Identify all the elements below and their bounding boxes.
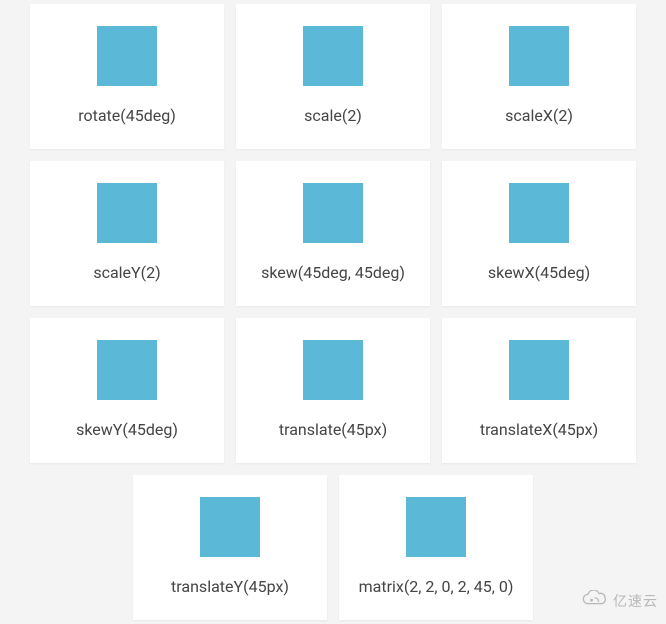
sample-box [509,340,569,400]
transform-card: skew(45deg, 45deg) [236,161,430,306]
transform-card: translateY(45px) [133,475,327,620]
transform-label: scale(2) [304,106,362,127]
sample-box [509,26,569,86]
sample-box [303,26,363,86]
transform-label: rotate(45deg) [78,106,176,127]
sample-box [303,183,363,243]
transform-label: matrix(2, 2, 0, 2, 45, 0) [359,577,514,598]
transform-label: translate(45px) [279,420,387,441]
transform-card: skewX(45deg) [442,161,636,306]
watermark-text: 亿速云 [613,591,658,611]
sample-box [303,340,363,400]
transform-card: scaleY(2) [30,161,224,306]
transform-label: translateX(45px) [480,420,598,441]
transform-card: scale(2) [236,4,430,149]
transform-label: skew(45deg, 45deg) [261,263,405,284]
transform-label: scaleX(2) [505,106,573,127]
sample-box [97,340,157,400]
sample-box [97,183,157,243]
transform-card: rotate(45deg) [30,4,224,149]
transform-card: translate(45px) [236,318,430,463]
sample-box [406,497,466,557]
transform-label: scaleY(2) [93,263,160,284]
transform-examples-grid: rotate(45deg) scale(2) scaleX(2) scaleY(… [24,4,642,620]
transform-label: translateY(45px) [171,577,289,598]
transform-label: skewY(45deg) [76,420,178,441]
sample-box [97,26,157,86]
transform-card: skewY(45deg) [30,318,224,463]
transform-card: scaleX(2) [442,4,636,149]
transform-label: skewX(45deg) [488,263,590,284]
watermark: 亿速云 [581,590,658,612]
transform-card: matrix(2, 2, 0, 2, 45, 0) [339,475,533,620]
sample-box [509,183,569,243]
transform-card: translateX(45px) [442,318,636,463]
sample-box [200,497,260,557]
cloud-icon [581,590,613,612]
